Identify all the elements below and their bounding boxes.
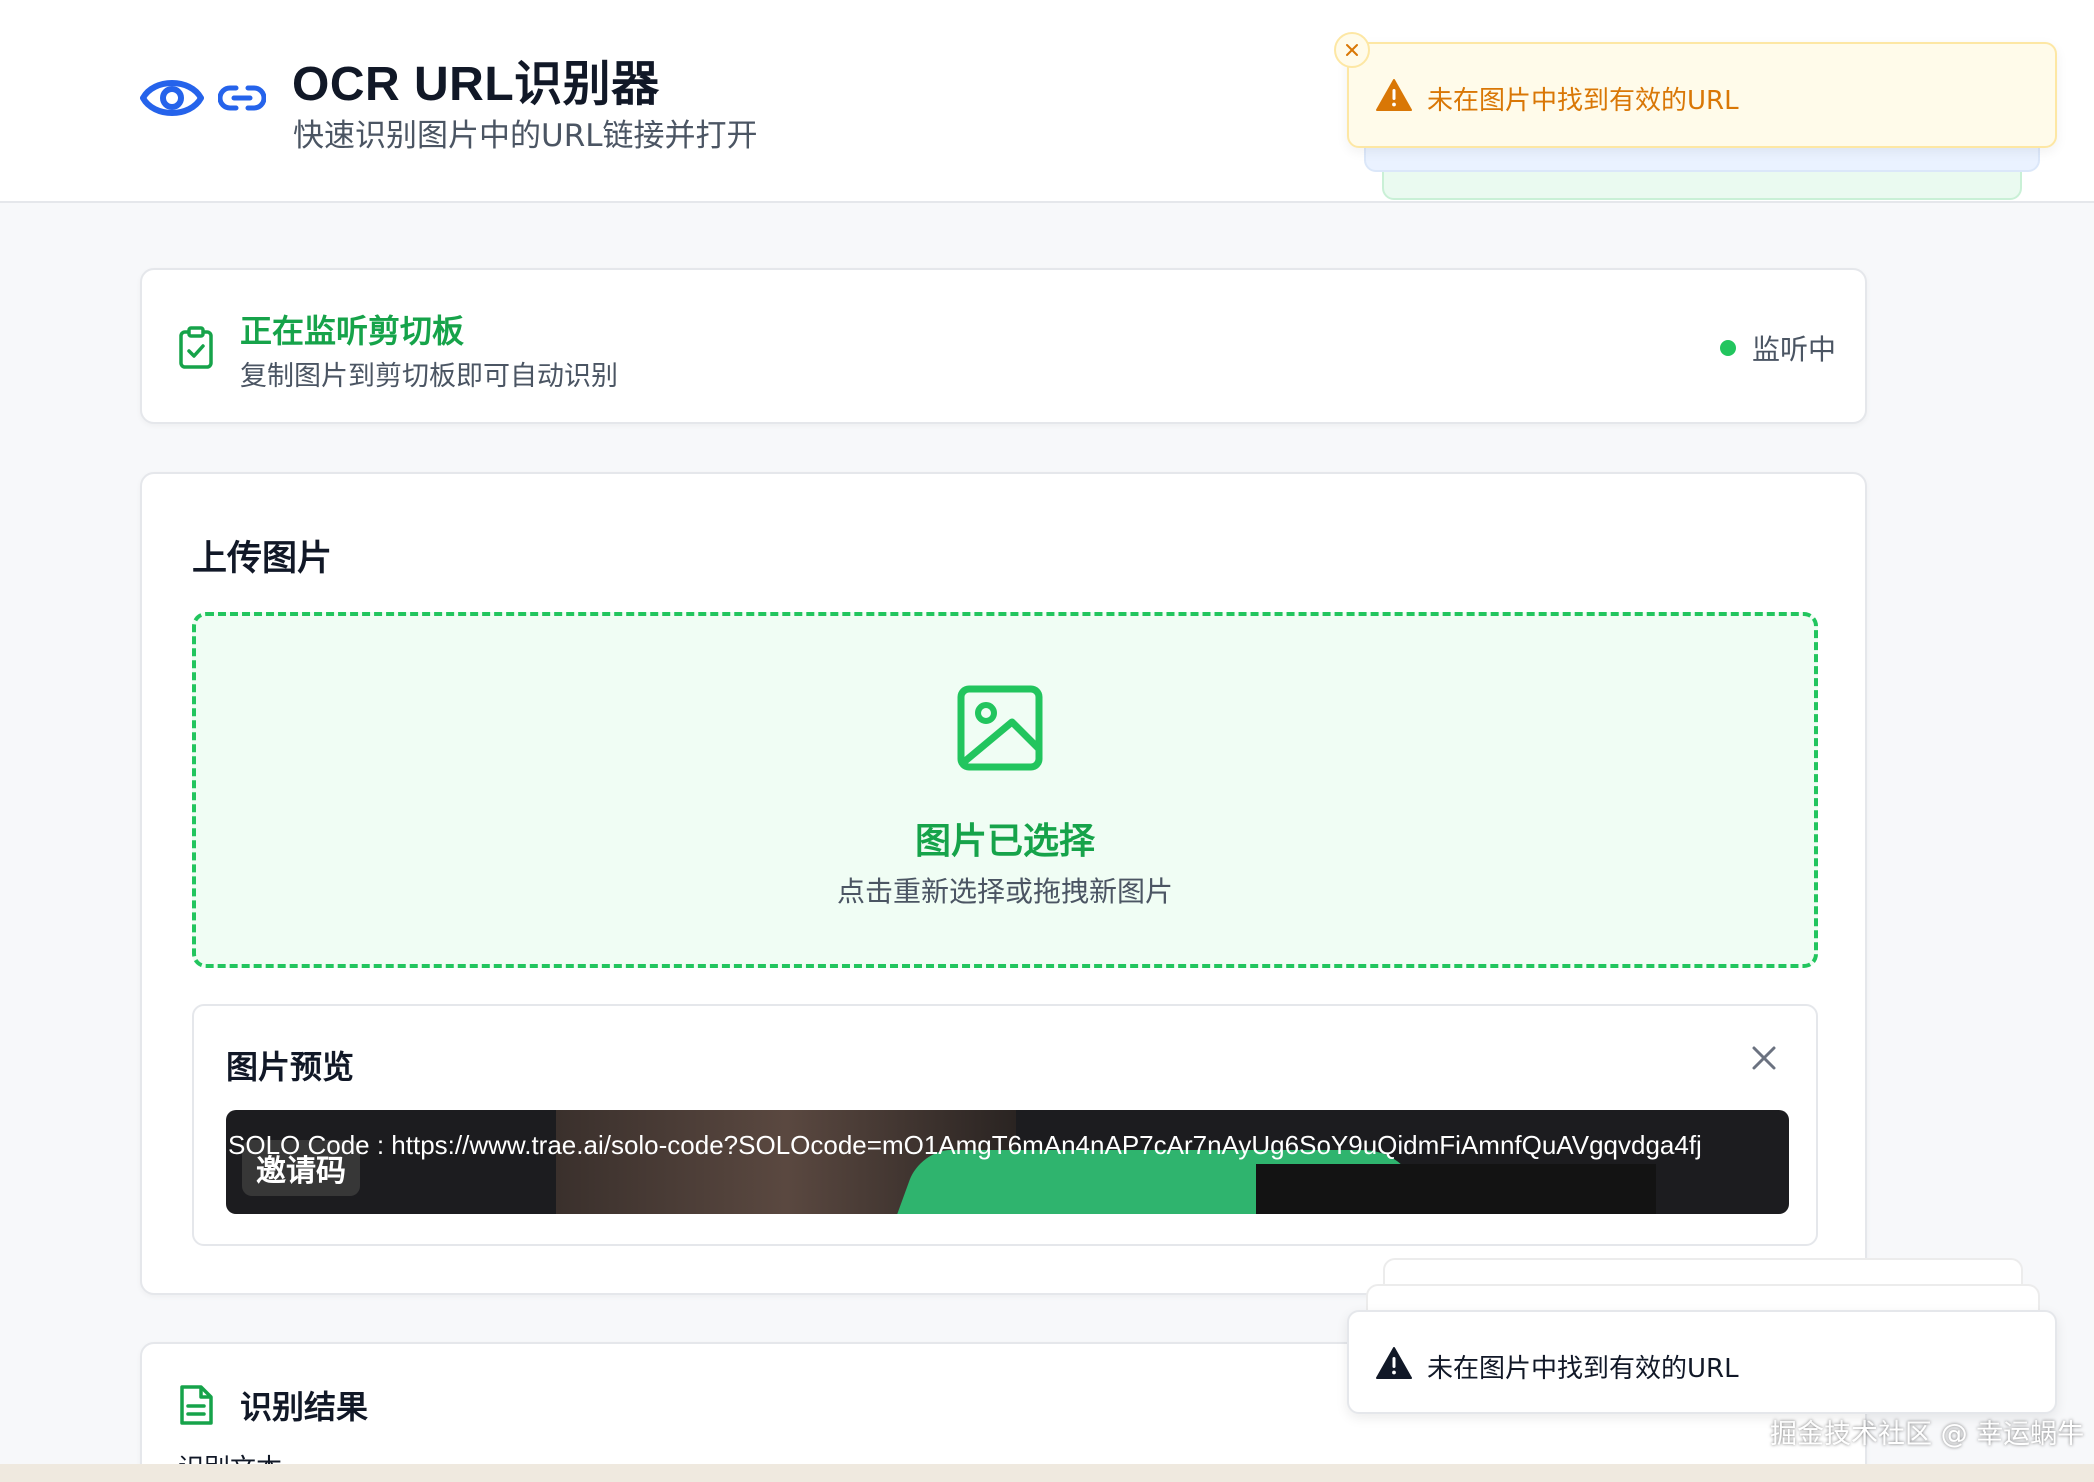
upload-card: 上传图片 图片已选择 点击重新选择或拖拽新图片 图片预览 邀请码 SOLO Co… [140,472,1867,1295]
error-toast-message: 未在图片中找到有效的URL [1427,1354,1739,1384]
clipboard-monitor-card: 正在监听剪切板 复制图片到剪切板即可自动识别 监听中 [140,268,1867,424]
link-icon [218,85,266,111]
image-icon [957,685,1043,771]
clipboard-check-icon [179,326,213,369]
monitor-status: 监听中 [1752,333,1837,366]
preview-image-url-text: SOLO Code : https://www.trae.ai/solo-cod… [228,1130,1702,1160]
status-dot [1720,340,1736,356]
warning-icon [1376,1347,1412,1379]
app-subtitle: 快速识别图片中的URL链接并打开 [293,118,758,154]
dropzone-title: 图片已选择 [914,821,1095,862]
error-toast: 未在图片中找到有效的URL [1347,1310,2057,1414]
image-preview-panel: 图片预览 邀请码 SOLO Code : https://www.trae.ai… [192,1004,1818,1246]
bottom-bar [0,1464,2094,1482]
watermark: 掘金技术社区 @ 幸运蜗牛 [1770,1419,2085,1450]
app-title: OCR URL识别器 [292,58,660,111]
document-icon [180,1385,213,1425]
dropzone-hint: 点击重新选择或拖拽新图片 [836,875,1173,908]
toast-close-button[interactable] [1334,32,1370,68]
preview-image: 邀请码 SOLO Code : https://www.trae.ai/solo… [226,1110,1789,1214]
warning-toast: 未在图片中找到有效的URL [1347,42,2057,148]
close-icon[interactable] [1750,1044,1778,1072]
warning-icon [1376,79,1412,111]
preview-title: 图片预览 [226,1048,355,1086]
upload-heading: 上传图片 [192,539,333,579]
close-icon [1346,44,1358,56]
monitor-title: 正在监听剪切板 [240,312,465,350]
monitor-description: 复制图片到剪切板即可自动识别 [240,361,618,392]
eye-icon [140,80,204,116]
warning-toast-message: 未在图片中找到有效的URL [1427,86,1739,116]
image-dropzone[interactable]: 图片已选择 点击重新选择或拖拽新图片 [192,612,1818,968]
result-title: 识别结果 [240,1388,369,1426]
